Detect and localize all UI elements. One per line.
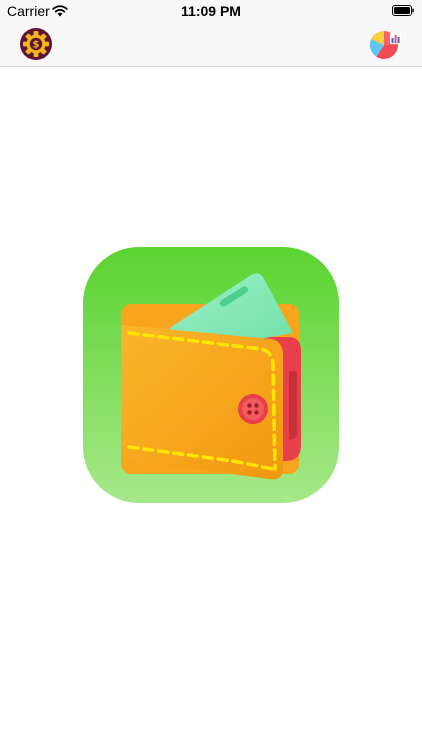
navigation-bar: $ <box>0 22 422 67</box>
wallet-app-icon <box>83 247 339 503</box>
main-content <box>0 67 422 750</box>
battery-icon <box>392 5 414 16</box>
svg-text:$: $ <box>33 40 40 51</box>
app-screen: Carrier 11:09 PM $ <box>0 0 422 750</box>
statistics-button[interactable] <box>368 27 402 61</box>
status-time: 11:09 PM <box>181 3 241 19</box>
gear-dollar-settings-icon: $ <box>20 28 52 60</box>
settings-button[interactable]: $ <box>19 27 53 61</box>
status-bar: Carrier 11:09 PM <box>0 0 422 22</box>
pie-chart-icon <box>369 30 401 60</box>
